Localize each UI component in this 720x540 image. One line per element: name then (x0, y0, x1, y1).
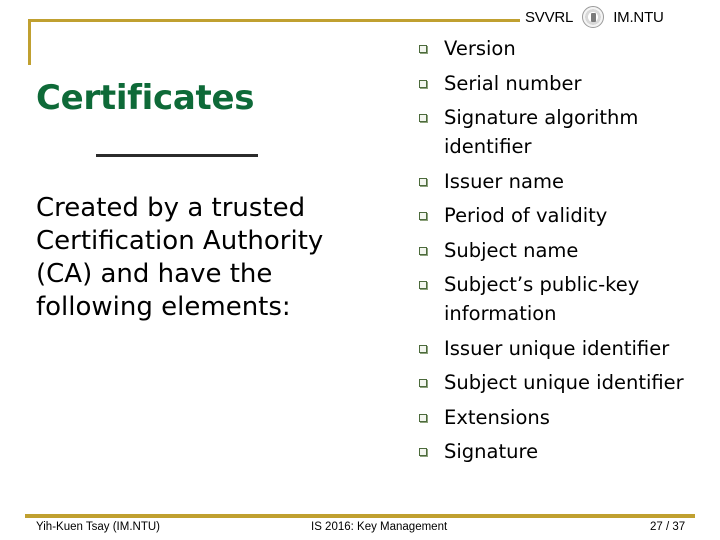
list-item: Serial number (419, 69, 709, 98)
square-bullet-icon (419, 114, 427, 122)
list-item-text: Extensions (444, 405, 550, 429)
list-item: Extensions (419, 403, 709, 432)
left-accent-rule (28, 19, 31, 65)
list-item-text: Period of validity (444, 204, 608, 227)
list-item: Issuer name (419, 167, 709, 196)
list-item-text: Issuer unique identifier (444, 336, 670, 360)
list-item: Signature algorithm identifier (419, 103, 709, 161)
brand-imntu: IM.NTU (613, 8, 664, 26)
list-item-text: Signature algorithm identifier (444, 106, 639, 158)
list-item: Subject name (419, 236, 709, 265)
page-number: 27 / 37 (650, 521, 686, 533)
square-bullet-icon (419, 448, 427, 456)
header-brand: SVVRL IM.NTU (525, 6, 664, 28)
footer-course: IS 2016: Key Management (311, 521, 448, 533)
square-bullet-icon (419, 246, 427, 255)
brand-svvrl: SVVRL (525, 8, 574, 26)
intro-text: Created by a trusted Certification Autho… (36, 193, 324, 322)
list-item-text: Version (444, 37, 516, 60)
footer-rule (25, 514, 695, 518)
square-bullet-icon (419, 212, 427, 220)
list-item: Period of validity (419, 201, 709, 230)
university-seal-icon (582, 6, 605, 28)
title-underline (96, 154, 258, 157)
list-item-text: Subject name (444, 238, 579, 262)
list-item: Subject unique identifier (419, 368, 709, 397)
header-rule (28, 19, 520, 22)
list-item: Issuer unique identifier (419, 334, 709, 363)
slide-title: Certificates (36, 78, 255, 118)
list-item-text: Subject’s public-key information (444, 273, 640, 325)
list-item: Subject’s public-key information (419, 270, 709, 328)
square-bullet-icon (419, 344, 427, 353)
list-item: Version (419, 34, 709, 63)
list-item-text: Issuer name (444, 169, 564, 193)
certificate-elements-list: Version Serial number Signature algorith… (419, 34, 709, 472)
list-item-text: Serial number (444, 71, 582, 95)
square-bullet-icon (419, 79, 427, 88)
square-bullet-icon (419, 45, 427, 53)
footer-author: Yih-Kuen Tsay (IM.NTU) (36, 521, 160, 533)
square-bullet-icon (419, 177, 427, 186)
list-item-text: Subject unique identifier (444, 371, 684, 394)
list-item: Signature (419, 437, 709, 466)
square-bullet-icon (419, 379, 427, 387)
square-bullet-icon (419, 281, 427, 289)
list-item-text: Signature (444, 440, 539, 463)
square-bullet-icon (419, 413, 427, 422)
